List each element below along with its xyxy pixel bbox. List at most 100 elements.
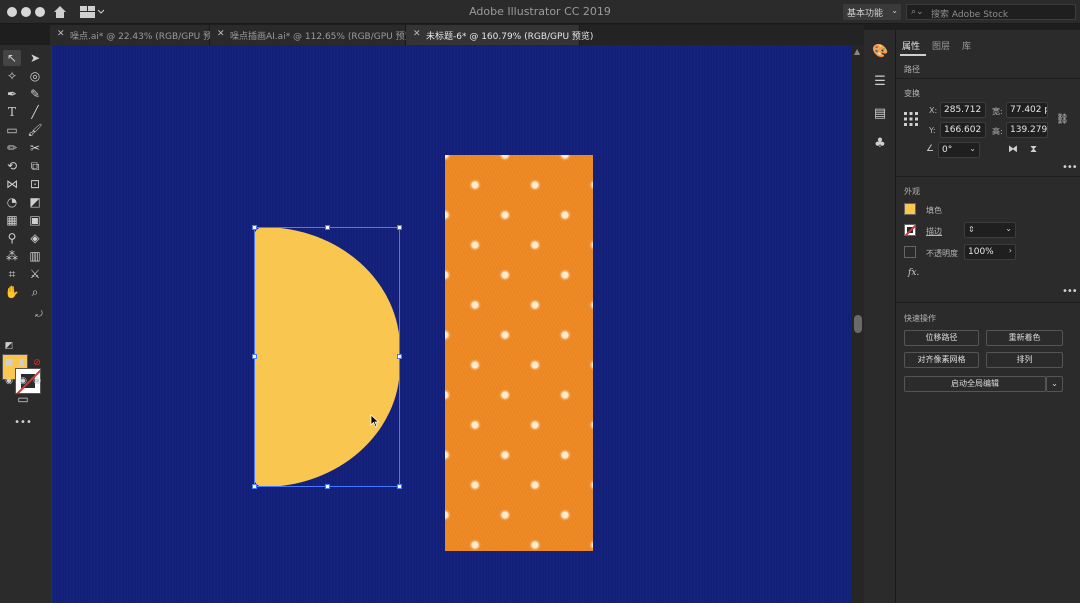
selection-bounding-box[interactable] — [254, 227, 400, 487]
tab-layers[interactable]: 图层 — [932, 39, 950, 52]
global-edit-dropdown-button[interactable]: ⌄ — [1046, 376, 1063, 392]
close-icon[interactable]: ✕ — [413, 29, 421, 39]
handle-top-left[interactable] — [252, 225, 257, 230]
scale-tool-icon[interactable]: ⧉ — [26, 158, 44, 174]
global-edit-button[interactable]: 启动全局编辑 — [904, 376, 1046, 392]
offset-path-button[interactable]: 位移路径 — [904, 330, 979, 346]
fill-label: 填色 — [926, 206, 942, 215]
search-icon: ⌕⌄ — [911, 7, 924, 17]
flip-horizontal-icon[interactable]: ⧓ — [1008, 144, 1018, 155]
type-tool-icon[interactable]: T — [3, 104, 21, 120]
symbol-sprayer-tool-icon[interactable]: ⁂ — [3, 248, 21, 264]
rotate-tool-icon[interactable]: ⟲ — [3, 158, 21, 174]
recolor-button[interactable]: 重新着色 — [986, 330, 1063, 346]
zoom-tool-icon[interactable]: ⌕ — [26, 284, 44, 300]
chevron-down-icon[interactable]: ⌄ — [1005, 224, 1012, 233]
line-tool-icon[interactable]: ╱ — [26, 104, 44, 120]
stock-search-input[interactable]: ⌕⌄ 搜索 Adobe Stock — [906, 4, 1076, 20]
handle-middle-right[interactable] — [397, 354, 402, 359]
chevron-down-icon[interactable]: ⌄ — [969, 144, 976, 153]
tab-document-2[interactable]: ✕ 噪点插画AI.ai* @ 112.65% (RGB/GPU 预览) — [210, 25, 417, 45]
angle-icon: ∠ — [926, 144, 935, 154]
free-transform-tool-icon[interactable]: ⊡ — [26, 176, 44, 192]
column-graph-tool-icon[interactable]: ▥ — [26, 248, 44, 264]
y-position-field[interactable]: 166.602 — [940, 122, 986, 138]
tab-properties[interactable]: 属性 — [902, 39, 920, 52]
tab-label: 噪点插画AI.ai* @ 112.65% (RGB/GPU 预览) — [230, 32, 418, 42]
handle-bottom-right[interactable] — [397, 484, 402, 489]
mesh-tool-icon[interactable]: ▦ — [3, 212, 21, 228]
flip-vertical-icon[interactable]: ⧗ — [1030, 144, 1037, 155]
selection-tool-icon[interactable]: ↖ — [3, 50, 21, 66]
rotation-angle-field[interactable]: 0° ⌄ — [938, 142, 980, 158]
opacity-label: 不透明度 — [926, 249, 958, 258]
hand-tool-icon[interactable]: ✋ — [3, 284, 21, 300]
handle-middle-left[interactable] — [252, 354, 257, 359]
default-colors-icon[interactable]: ◩ — [0, 338, 18, 354]
close-icon[interactable]: ✕ — [57, 29, 65, 39]
slice-tool-icon[interactable]: ⚔ — [26, 266, 44, 282]
width-tool-icon[interactable]: ⋈ — [3, 176, 21, 192]
artboard-tool-icon[interactable]: ⌗ — [3, 266, 21, 282]
perspective-grid-tool-icon[interactable]: ◩ — [26, 194, 44, 210]
screen-mode-icon[interactable]: ▭ — [14, 391, 32, 407]
stepper-icon[interactable]: ⇕ — [968, 225, 975, 234]
direct-selection-tool-icon[interactable]: ➤ — [26, 50, 44, 66]
reference-point-icon[interactable] — [904, 112, 918, 126]
arrange-button[interactable]: 排列 — [986, 352, 1063, 368]
transform-more-options-icon[interactable]: ••• — [1062, 162, 1078, 173]
fx-effects-icon[interactable]: fx. — [908, 268, 919, 278]
opacity-field[interactable]: 100% › — [964, 244, 1016, 260]
stroke-label[interactable]: 描边 — [926, 226, 942, 237]
handle-bottom-left[interactable] — [252, 484, 257, 489]
rotation-angle-value: 0° — [942, 145, 953, 155]
pencil-tool-icon[interactable]: ✏ — [3, 140, 21, 156]
canvas-vertical-scrollbar[interactable]: ▲ — [852, 45, 864, 603]
paintbrush-tool-icon[interactable]: 🖌 — [26, 122, 44, 138]
scroll-up-arrow-icon[interactable]: ▲ — [854, 47, 860, 56]
draw-inside-icon[interactable]: ◉ — [28, 373, 46, 389]
tab-document-3[interactable]: ✕ 未标题-6* @ 160.79% (RGB/GPU 预览) — [406, 25, 593, 45]
none-mode-icon[interactable]: ⊘ — [28, 355, 46, 371]
color-palette-icon[interactable]: 🎨 — [872, 44, 888, 60]
handle-top-middle[interactable] — [325, 225, 330, 230]
scissors-tool-icon[interactable]: ✂ — [26, 140, 44, 156]
rectangle-tool-icon[interactable]: ▭ — [3, 122, 21, 138]
blend-tool-icon[interactable]: ◈ — [26, 230, 44, 246]
symbols-club-icon[interactable]: ♣ — [872, 136, 888, 152]
tab-libraries[interactable]: 库 — [962, 39, 971, 52]
magic-wand-tool-icon[interactable]: ✧ — [3, 68, 21, 84]
properties-panel: 属性 图层 库 路径 变换 X: 285.712 宽: 77.402 p Y: … — [896, 30, 1080, 603]
stroke-weight-field[interactable]: ⇕ ⌄ — [964, 222, 1016, 238]
polka-dot-pattern-rectangle[interactable] — [445, 155, 593, 551]
tab-label: 噪点.ai* @ 22.43% (RGB/GPU 预览) — [70, 32, 225, 42]
opacity-icon — [904, 246, 916, 258]
chevron-right-icon[interactable]: › — [1009, 246, 1012, 255]
fill-swatch[interactable] — [904, 203, 916, 215]
close-icon[interactable]: ✕ — [217, 29, 225, 39]
handle-top-right[interactable] — [397, 225, 402, 230]
more-tools-icon[interactable]: ••• — [14, 415, 32, 431]
x-position-field[interactable]: 285.712 — [940, 102, 986, 118]
curvature-tool-icon[interactable]: ✎ — [26, 86, 44, 102]
divider — [896, 302, 1080, 303]
height-field[interactable]: 139.279 — [1006, 122, 1048, 138]
scrollbar-thumb[interactable] — [854, 315, 862, 333]
pen-tool-icon[interactable]: ✒ — [3, 86, 21, 102]
lasso-tool-icon[interactable]: ◎ — [26, 68, 44, 84]
swap-fill-stroke-icon[interactable]: ⤾ — [30, 307, 48, 323]
workspace-dropdown[interactable]: 基本功能 ⌄ — [843, 4, 901, 20]
align-pixel-grid-button[interactable]: 对齐像素网格 — [904, 352, 979, 368]
appearance-more-options-icon[interactable]: ••• — [1062, 286, 1078, 297]
shape-builder-tool-icon[interactable]: ◔ — [3, 194, 21, 210]
menu-lines-icon[interactable]: ☰ — [872, 74, 888, 90]
handle-bottom-middle[interactable] — [325, 484, 330, 489]
tab-document-1[interactable]: ✕ 噪点.ai* @ 22.43% (RGB/GPU 预览) — [50, 25, 225, 45]
eyedropper-tool-icon[interactable]: ⚲ — [3, 230, 21, 246]
cursor-arrow-icon — [370, 414, 380, 428]
stroke-swatch[interactable] — [904, 224, 916, 236]
constrain-proportions-link-icon[interactable]: ⛓ — [1056, 114, 1069, 125]
libraries-icon[interactable]: ▤ — [872, 106, 888, 122]
gradient-tool-icon[interactable]: ▣ — [26, 212, 44, 228]
width-field[interactable]: 77.402 p — [1006, 102, 1048, 118]
